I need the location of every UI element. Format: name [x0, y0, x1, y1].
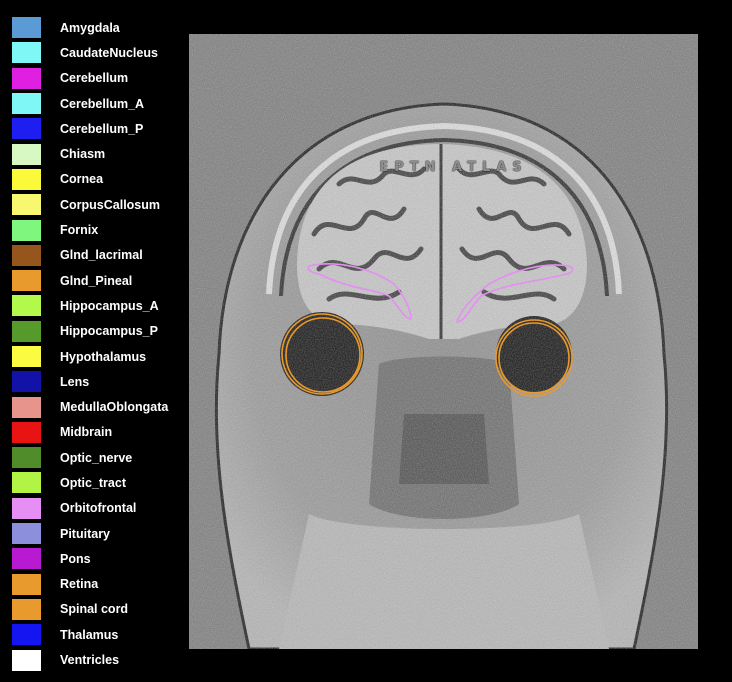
structure-legend: Amygdala CaudateNucleus Cerebellum Cerebell… — [12, 15, 187, 673]
legend-label: CorpusCallosum — [60, 197, 161, 212]
legend-label: Pons — [60, 551, 91, 566]
legend-swatch — [12, 270, 41, 292]
legend-swatch — [12, 320, 41, 342]
legend-label: Glnd_lacrimal — [60, 248, 143, 263]
legend-item: Pons — [12, 546, 187, 571]
legend-swatch — [12, 42, 41, 64]
legend-item: Thalamus — [12, 622, 187, 647]
legend-item: Hippocampus_P — [12, 319, 187, 344]
legend-item: Retina — [12, 572, 187, 597]
legend-item: Orbitofrontal — [12, 496, 187, 521]
legend-swatch — [12, 624, 41, 646]
legend-label: Pituitary — [60, 526, 111, 541]
legend-item: Amygdala — [12, 15, 187, 40]
legend-swatch — [12, 649, 41, 671]
legend-item: Pituitary — [12, 521, 187, 546]
legend-swatch — [12, 244, 41, 266]
legend-label: Spinal cord — [60, 602, 129, 617]
legend-label: Thalamus — [60, 627, 119, 642]
legend-label: Hippocampus_P — [60, 324, 158, 339]
legend-swatch — [12, 523, 41, 545]
legend-item: Spinal cord — [12, 597, 187, 622]
legend-swatch — [12, 598, 41, 620]
legend-label: MedullaOblongata — [60, 400, 169, 415]
legend-item: Chiasm — [12, 141, 187, 166]
legend-swatch — [12, 421, 41, 443]
legend-item: Cerebellum_A — [12, 91, 187, 116]
legend-label: CaudateNucleus — [60, 45, 158, 60]
legend-label: Lens — [60, 374, 90, 389]
legend-item: Ventricles — [12, 647, 187, 672]
legend-swatch — [12, 447, 41, 469]
legend-swatch — [12, 346, 41, 367]
legend-item: Optic_tract — [12, 470, 187, 495]
legend-item: Cerebellum — [12, 66, 187, 91]
legend-item: Cerebellum_P — [12, 116, 187, 141]
legend-label: Chiasm — [60, 147, 106, 162]
legend-swatch — [12, 396, 41, 418]
legend-item: Glnd_lacrimal — [12, 243, 187, 268]
legend-label: Amygdala — [60, 20, 120, 35]
legend-swatch — [12, 497, 41, 519]
legend-swatch — [12, 67, 41, 89]
legend-label: Orbitofrontal — [60, 501, 137, 516]
atlas-watermark: EPTN ATLAS — [379, 160, 528, 175]
legend-label: Cornea — [60, 172, 104, 187]
legend-label: Fornix — [60, 223, 99, 238]
legend-item: Hippocampus_A — [12, 293, 187, 318]
legend-swatch — [12, 219, 41, 241]
legend-item: Lens — [12, 369, 187, 394]
mri-image — [189, 34, 698, 649]
legend-swatch — [12, 118, 41, 140]
legend-label: Cerebellum — [60, 71, 129, 86]
legend-label: Hippocampus_A — [60, 298, 159, 313]
legend-label: Optic_tract — [60, 475, 126, 490]
legend-item: Glnd_Pineal — [12, 268, 187, 293]
legend-swatch — [12, 194, 41, 216]
legend-label: Midbrain — [60, 425, 113, 440]
legend-item: MedullaOblongata — [12, 394, 187, 419]
legend-label: Glnd_Pineal — [60, 273, 133, 288]
legend-swatch — [12, 472, 41, 494]
legend-swatch — [12, 168, 41, 190]
mri-coronal-slice-viewer[interactable]: EPTN ATLAS — [189, 34, 698, 649]
legend-item: CorpusCallosum — [12, 192, 187, 217]
legend-swatch — [12, 295, 41, 317]
legend-item: Cornea — [12, 167, 187, 192]
legend-swatch — [12, 93, 41, 115]
legend-label: Retina — [60, 577, 99, 592]
legend-item: Optic_nerve — [12, 445, 187, 470]
legend-swatch — [12, 548, 41, 570]
legend-swatch — [12, 371, 41, 393]
legend-swatch — [12, 573, 41, 595]
legend-label: Ventricles — [60, 653, 120, 668]
legend-item: Midbrain — [12, 420, 187, 445]
legend-swatch — [12, 17, 41, 39]
legend-item: CaudateNucleus — [12, 40, 187, 65]
legend-label: Hypothalamus — [60, 349, 147, 364]
legend-label: Optic_nerve — [60, 450, 133, 465]
legend-label: Cerebellum_P — [60, 121, 144, 136]
legend-swatch — [12, 143, 41, 165]
legend-item: Fornix — [12, 217, 187, 242]
legend-item: Hypothalamus — [12, 344, 187, 369]
legend-label: Cerebellum_A — [60, 96, 145, 111]
